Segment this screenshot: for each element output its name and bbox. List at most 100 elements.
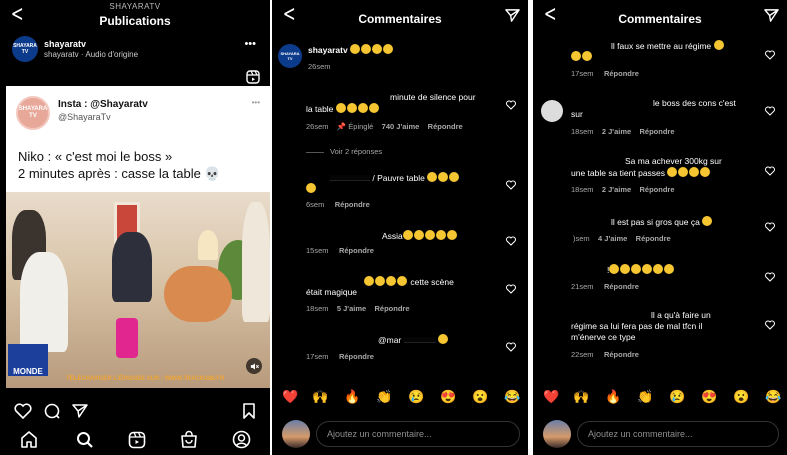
emoji-heart-eyes-button[interactable]: 😍 (701, 389, 717, 405)
emoji-icon (449, 172, 460, 182)
like-icon[interactable] (765, 272, 775, 282)
view-replies-link[interactable]: Voir 2 réponses (330, 147, 382, 156)
emoji-wow-button[interactable]: 😮 (733, 389, 749, 405)
reply-button[interactable]: Répondre (335, 200, 370, 209)
card-caption-line: Niko : « c'est moi le boss » (18, 149, 173, 164)
emoji-raised-hands-button[interactable]: 🙌 (312, 389, 328, 405)
likes-count[interactable]: 4 J'aime (598, 234, 627, 243)
emoji-icon (571, 51, 581, 61)
bottom-tab-bar (0, 425, 270, 455)
reels-icon[interactable] (128, 431, 146, 449)
comment-text: ll faux se mettre au régime (611, 40, 725, 52)
likes-count[interactable]: 2 J'aime (602, 185, 631, 194)
likes-count[interactable]: 5 J'aime (337, 304, 366, 313)
reply-button[interactable]: Répondre (636, 234, 671, 243)
like-icon[interactable] (765, 106, 775, 116)
reels-icon[interactable] (246, 70, 260, 84)
like-icon[interactable] (14, 403, 32, 419)
save-icon[interactable] (242, 403, 256, 419)
emoji-wow-button[interactable]: 😮 (472, 389, 488, 405)
reply-button[interactable]: Répondre (640, 185, 675, 194)
search-icon[interactable] (76, 431, 94, 449)
like-icon[interactable] (765, 166, 775, 176)
emoji-cry-button[interactable]: 😢 (408, 389, 424, 405)
emoji-clap-button[interactable]: 👏 (376, 389, 392, 405)
comment-input[interactable]: Ajoutez un commentaire... (316, 421, 520, 447)
emoji-icon (435, 230, 446, 240)
share-icon[interactable] (505, 8, 520, 23)
shop-icon[interactable] (180, 430, 198, 449)
comment-time: 15sem (306, 246, 329, 255)
emoji-icon (427, 172, 438, 182)
comment-text: Assia (382, 230, 458, 242)
likes-count[interactable]: 740 J'aime (382, 122, 420, 131)
like-icon[interactable] (506, 342, 516, 352)
comment-text-line: ll faux se mettre au régime (611, 41, 712, 51)
comment-meta: 18sem 2 J'aime Répondre (571, 185, 675, 194)
emoji-icon (446, 230, 457, 240)
comment-meta: 17sem Répondre (306, 352, 374, 361)
emoji-fire-button[interactable]: 🔥 (605, 389, 621, 405)
avatar[interactable]: SHAYARA TV (278, 44, 302, 68)
emoji-heart-eyes-button[interactable]: 😍 (440, 389, 456, 405)
like-icon[interactable] (506, 180, 516, 190)
comment-username[interactable]: shayaratv (308, 45, 348, 55)
comment-text-line: cette scène (410, 277, 454, 287)
comment-text: cette scène (364, 276, 454, 288)
emoji-raised-hands-button[interactable]: 🙌 (573, 389, 589, 405)
comment-text-line: la table (306, 104, 334, 114)
emoji-clap-button[interactable]: 👏 (637, 389, 653, 405)
share-icon[interactable] (764, 8, 779, 23)
home-icon[interactable] (20, 431, 38, 448)
post-username[interactable]: shayaratv (44, 39, 86, 49)
person-figure (20, 252, 68, 352)
page-title: Commentaires (358, 12, 442, 26)
comment-input[interactable]: Ajoutez un commentaire... (577, 421, 779, 447)
comment-meta: 6sem Répondre (306, 200, 370, 209)
comment-time: 6sem (306, 200, 325, 209)
likes-count[interactable]: 2 J'aime (602, 127, 631, 136)
share-icon[interactable] (72, 403, 88, 419)
emoji-laugh-button[interactable]: 😂 (504, 389, 520, 405)
reply-button[interactable]: Répondre (339, 246, 374, 255)
reply-button[interactable]: Répondre (428, 122, 463, 131)
hidden-username (330, 175, 370, 181)
avatar[interactable] (541, 100, 563, 122)
emoji-icon (402, 230, 413, 240)
card-caption: Niko : « c'est moi le boss » 2 minutes a… (18, 148, 260, 182)
reply-button[interactable]: Répondre (604, 350, 639, 359)
comment-time: 21sem (571, 282, 594, 291)
profile-icon[interactable] (232, 430, 251, 449)
comment-item: ! 21sem Répondre (533, 262, 787, 298)
comment-text: la table (306, 103, 380, 115)
reply-button[interactable]: Répondre (375, 304, 410, 313)
reply-button[interactable]: Répondre (604, 282, 639, 291)
like-icon[interactable] (765, 50, 775, 60)
view-replies-row[interactable]: Voir 2 réponses (272, 146, 528, 158)
like-icon[interactable] (506, 236, 516, 246)
like-icon[interactable] (765, 320, 775, 330)
emoji-heart-button[interactable]: ❤️ (282, 389, 298, 405)
emoji-fire-button[interactable]: 🔥 (344, 389, 360, 405)
emoji-icon (375, 276, 385, 286)
reply-button[interactable]: Répondre (339, 352, 374, 361)
emoji-laugh-button[interactable]: 😂 (765, 389, 781, 405)
comments-header: < Commentaires (533, 0, 787, 32)
like-icon[interactable] (765, 222, 775, 232)
more-options-icon[interactable]: ••• (244, 38, 256, 50)
person-figure (112, 232, 152, 302)
post-audio-label[interactable]: shayaratv · Audio d'origine (44, 50, 138, 59)
avatar[interactable]: SHAYARA TV (12, 36, 38, 62)
comment-item: ll a qu'à faire un régime sa lui fera pa… (533, 310, 787, 362)
like-icon[interactable] (506, 284, 516, 294)
caption-comment: SHAYARA TV shayaratv 26sem (272, 42, 528, 74)
comment-icon[interactable] (44, 403, 60, 419)
post-media[interactable]: SHAYARA TV Insta : @Shayaratv @ShayaraTv… (6, 86, 270, 388)
mute-button[interactable] (246, 358, 262, 374)
emoji-cry-button[interactable]: 😢 (669, 389, 685, 405)
emoji-heart-button[interactable]: ❤️ (543, 389, 559, 405)
reply-button[interactable]: Répondre (640, 127, 675, 136)
comment-text (306, 183, 317, 195)
reply-button[interactable]: Répondre (604, 69, 639, 78)
like-icon[interactable] (506, 100, 516, 110)
